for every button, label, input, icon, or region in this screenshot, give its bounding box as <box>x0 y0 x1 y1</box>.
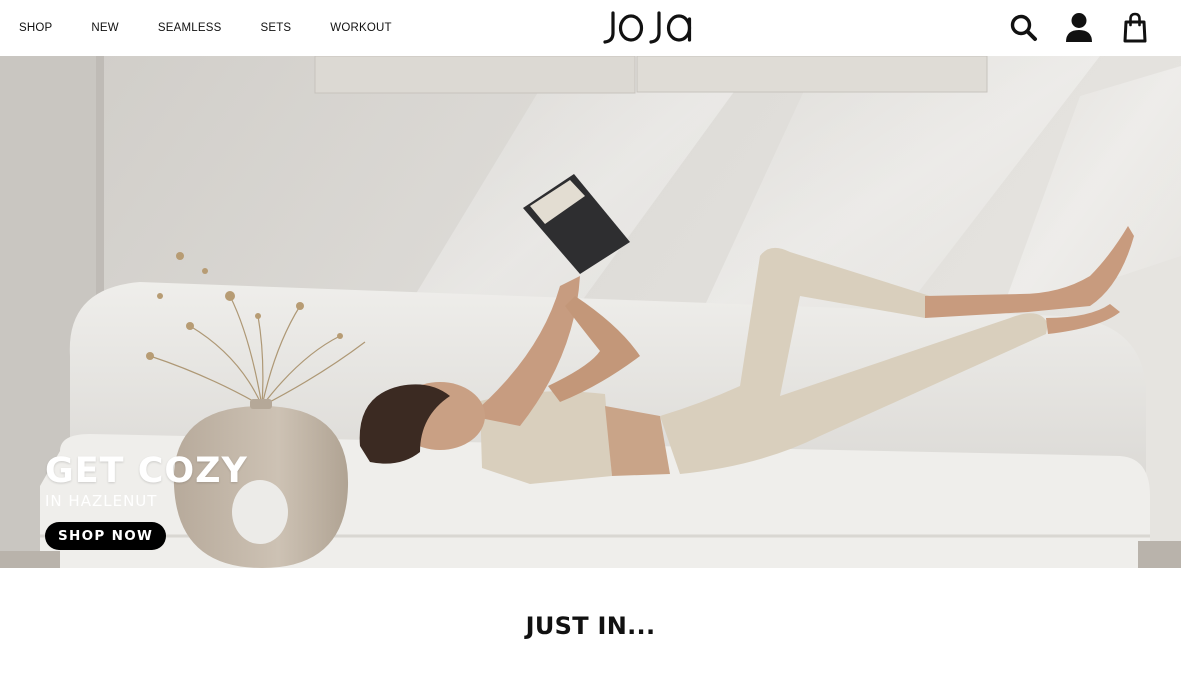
shopping-bag-icon[interactable] <box>1119 11 1151 45</box>
section-title: JUST IN... <box>525 612 656 640</box>
shop-now-button[interactable]: SHOP NOW <box>45 522 167 550</box>
hero-subtitle: IN HAZLENUT <box>45 492 158 510</box>
account-icon[interactable] <box>1063 11 1095 45</box>
nav-item-workout[interactable]: WORKOUT <box>330 21 391 35</box>
main-nav: SHOP NEW SEAMLESS SETS WORKOUT <box>19 21 431 35</box>
nav-item-shop[interactable]: SHOP <box>19 21 52 35</box>
nav-item-sets[interactable]: SETS <box>260 21 291 35</box>
hero-banner[interactable]: GET COZY IN HAZLENUT SHOP NOW <box>0 56 1181 568</box>
brand-logo[interactable] <box>603 7 699 49</box>
hero-text-block: GET COZY IN HAZLENUT SHOP NOW <box>45 450 248 550</box>
nav-item-seamless[interactable]: SEAMLESS <box>158 21 222 35</box>
search-icon[interactable] <box>1008 11 1040 45</box>
hero-title: GET COZY <box>45 451 248 491</box>
nav-item-new[interactable]: NEW <box>91 21 118 35</box>
site-header: SHOP NEW SEAMLESS SETS WORKOUT <box>0 0 1181 56</box>
